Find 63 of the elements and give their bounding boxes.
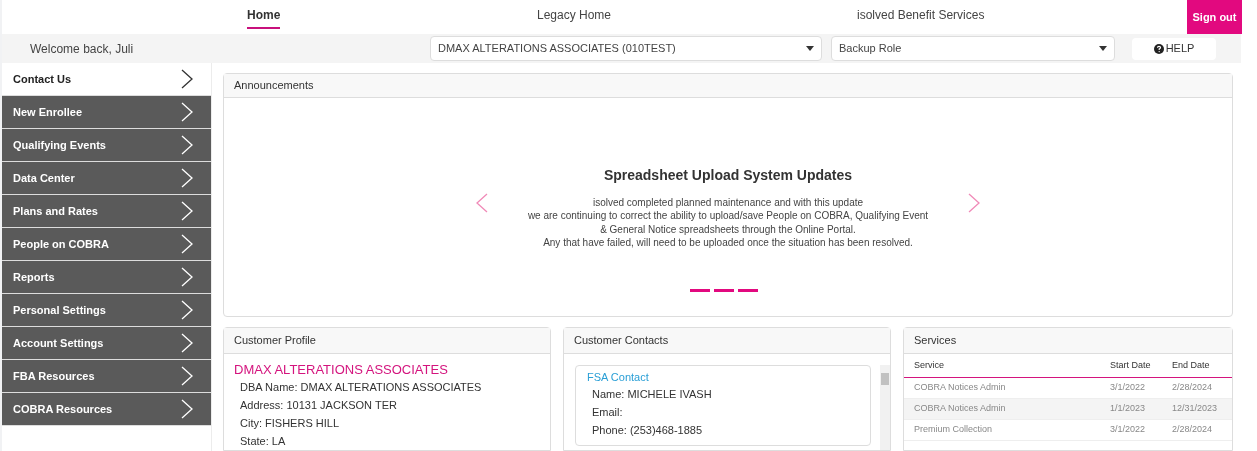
chevron-right-icon <box>181 201 193 221</box>
sign-out-button[interactable]: Sign out <box>1187 0 1242 34</box>
panel-title: Announcements <box>234 78 314 94</box>
profile-field: DBA Name: DMAX ALTERATIONS ASSOCIATES <box>234 378 540 396</box>
table-cell: COBRA Notices Admin <box>904 399 1110 420</box>
panel-title: Services <box>914 333 957 349</box>
chevron-right-icon <box>181 300 193 320</box>
profile-field: State: LA <box>234 432 540 450</box>
table-cell: 3/1/2022 <box>1110 420 1172 441</box>
panel-title: Customer Profile <box>234 333 316 349</box>
panel-title: Customer Contacts <box>574 333 669 349</box>
announcement-text: Any that have failed, will need to be uploaded once the situation has been resolved. <box>543 236 913 250</box>
chevron-right-icon <box>181 102 193 122</box>
table-cell: 1/1/2023 <box>1110 399 1172 420</box>
sidebar-item[interactable]: Reports <box>2 261 211 294</box>
contact-field: Name: MICHELE IVASH <box>587 385 859 403</box>
chevron-right-icon <box>181 168 193 188</box>
table-cell: Premium Collection <box>904 420 1110 441</box>
company-select[interactable]: DMAX ALTERATIONS ASSOCIATES (010TEST) <box>430 36 822 61</box>
chevron-right-icon <box>181 135 193 155</box>
contact-field: Phone: (253)468-1885 <box>587 421 859 439</box>
previous-slide-button[interactable] <box>476 193 488 213</box>
column-header: End Date <box>1172 354 1232 378</box>
announcement-headline: Spreadsheet Upload System Updates <box>603 165 853 185</box>
chevron-right-icon <box>181 267 193 287</box>
caret-icon <box>1099 46 1107 51</box>
carousel-indicator-icon <box>690 289 760 292</box>
announcement-text: we are continuing to correct the ability to upload/save People on COBRA, Qualifying Event <box>527 209 929 223</box>
sidebar-item[interactable]: Data Center <box>2 162 211 195</box>
sidebar-item[interactable]: FBA Resources <box>2 360 211 393</box>
scrollbar[interactable] <box>880 365 890 450</box>
sidebar-item[interactable]: Personal Settings <box>2 294 211 327</box>
help-icon <box>1153 43 1164 54</box>
profile-field: City: FISHERS HILL <box>234 414 540 432</box>
chevron-right-icon <box>181 333 193 353</box>
company-name: DMAX ALTERATIONS ASSOCIATES <box>234 362 449 378</box>
announcement-text: & General Notice spreadsheets through the Online Portal. <box>600 222 856 236</box>
table-cell: 2/28/2024 <box>1172 420 1232 441</box>
sidebar-item[interactable]: Account Settings <box>2 327 211 360</box>
contact-type: FSA Contact <box>587 370 650 385</box>
chevron-right-icon <box>181 366 193 386</box>
caret-icon <box>806 46 814 51</box>
chevron-right-icon <box>181 69 193 89</box>
sidebar-item[interactable]: People on COBRA <box>2 228 211 261</box>
sidebar-item[interactable]: New Enrollee <box>2 96 211 129</box>
nav-tab[interactable]: Legacy Home <box>537 5 612 29</box>
announcement-text: isolved completed planned maintenance and with this update <box>592 195 864 209</box>
sidebar-item[interactable]: Qualifying Events <box>2 129 211 162</box>
contact-field: Email: <box>587 403 859 421</box>
column-header: Start Date <box>1110 354 1172 378</box>
next-slide-button[interactable] <box>968 193 980 213</box>
help-button[interactable]: HELP <box>1132 37 1216 60</box>
nav-tab[interactable]: isolved Benefit Services <box>857 5 985 29</box>
role-select[interactable]: Backup Role <box>831 36 1115 61</box>
sidebar-item[interactable]: COBRA Resources <box>2 393 211 426</box>
chevron-right-icon <box>181 399 193 419</box>
sidebar-item[interactable]: Plans and Rates <box>2 195 211 228</box>
profile-field: Address: 10131 JACKSON TER <box>234 396 540 414</box>
welcome-text: Welcome back, Juli <box>30 40 135 58</box>
chevron-right-icon <box>181 234 193 254</box>
table-cell: 12/31/2023 <box>1172 399 1232 420</box>
nav-tab[interactable]: Home <box>247 5 281 29</box>
column-header: Service <box>904 354 1110 378</box>
